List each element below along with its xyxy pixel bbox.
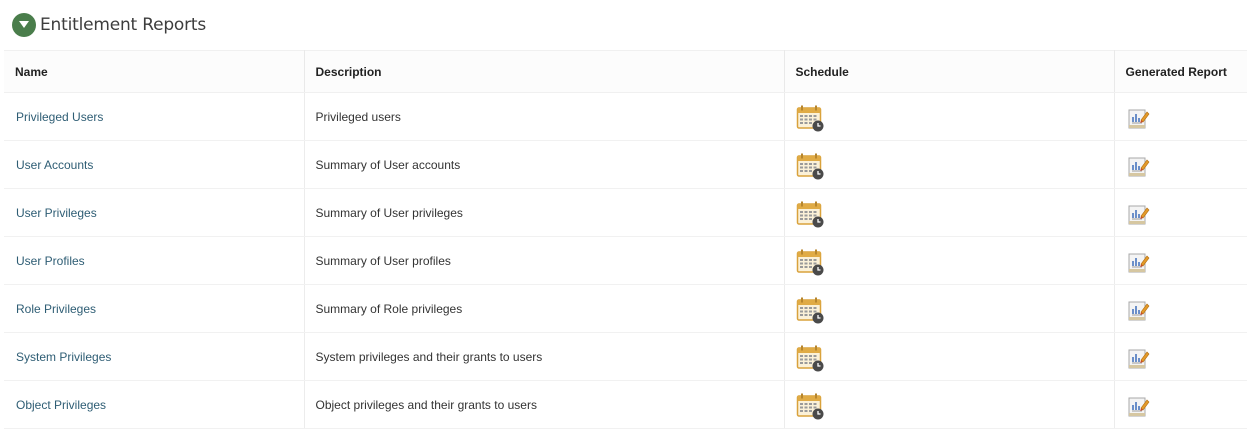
description-cell: Object privileges and their grants to us… xyxy=(304,380,785,429)
description-cell: Summary of User accounts xyxy=(304,140,785,189)
calendar-clock-icon xyxy=(796,345,823,371)
name-cell: Role Privileges xyxy=(4,284,305,333)
report-name-link[interactable]: User Accounts xyxy=(16,158,93,172)
report-description: Privileged users xyxy=(315,109,401,124)
schedule-button[interactable] xyxy=(796,248,824,276)
table-row: System Privileges System privileges and … xyxy=(4,332,1247,381)
calendar-clock-icon xyxy=(796,105,823,131)
name-cell: System Privileges xyxy=(4,332,305,381)
generated-report-cell xyxy=(1114,92,1247,141)
calendar-clock-icon xyxy=(796,393,823,419)
generated-report-button[interactable] xyxy=(1126,106,1150,130)
schedule-button[interactable] xyxy=(796,152,824,180)
name-cell: User Profiles xyxy=(4,236,305,285)
schedule-button[interactable] xyxy=(796,104,824,132)
report-description: Object privileges and their grants to us… xyxy=(315,397,537,412)
generated-report-button[interactable] xyxy=(1126,154,1150,178)
generated-report-cell xyxy=(1114,188,1247,237)
generated-report-button[interactable] xyxy=(1126,250,1150,274)
entitlement-reports-header[interactable]: Entitlement Reports xyxy=(12,12,206,38)
generated-report-cell xyxy=(1114,284,1247,333)
description-cell: System privileges and their grants to us… xyxy=(304,332,785,381)
name-cell: User Accounts xyxy=(4,140,305,189)
generated-report-button[interactable] xyxy=(1126,394,1150,418)
schedule-cell xyxy=(784,140,1115,189)
description-cell: Summary of User privileges xyxy=(304,188,785,237)
calendar-clock-icon xyxy=(796,201,823,227)
schedule-cell xyxy=(784,284,1115,333)
description-cell: Summary of User profiles xyxy=(304,236,785,285)
schedule-cell xyxy=(784,380,1115,429)
report-name-link[interactable]: Object Privileges xyxy=(16,398,106,412)
report-description: System privileges and their grants to us… xyxy=(315,349,543,364)
schedule-button[interactable] xyxy=(796,392,824,420)
table-row: User Profiles Summary of User profiles xyxy=(4,236,1247,285)
calendar-clock-icon xyxy=(796,297,823,323)
report-chart-icon xyxy=(1128,253,1149,272)
report-chart-icon xyxy=(1128,205,1149,224)
table-row: Role Privileges Summary of Role privileg… xyxy=(4,284,1247,333)
generated-report-cell xyxy=(1114,236,1247,285)
column-header-generated-report[interactable]: Generated Report xyxy=(1114,50,1247,93)
entitlement-reports-table: Name Description Schedule Generated Repo… xyxy=(4,50,1247,429)
schedule-cell xyxy=(784,188,1115,237)
generated-report-cell xyxy=(1114,140,1247,189)
schedule-cell xyxy=(784,236,1115,285)
triangle-down-icon xyxy=(19,21,29,28)
table-row: Object Privileges Object privileges and … xyxy=(4,380,1247,429)
report-chart-icon xyxy=(1128,109,1149,128)
generated-report-button[interactable] xyxy=(1126,346,1150,370)
report-chart-icon xyxy=(1128,349,1149,368)
calendar-clock-icon xyxy=(796,249,823,275)
report-chart-icon xyxy=(1128,157,1149,176)
schedule-cell xyxy=(784,332,1115,381)
column-header-description[interactable]: Description xyxy=(304,50,785,93)
report-description: Summary of Role privileges xyxy=(315,301,463,316)
report-name-link[interactable]: User Privileges xyxy=(16,206,97,220)
report-chart-icon xyxy=(1128,397,1149,416)
column-header-schedule[interactable]: Schedule xyxy=(784,50,1115,93)
report-name-link[interactable]: User Profiles xyxy=(16,254,85,268)
column-header-name[interactable]: Name xyxy=(4,50,305,93)
section-title: Entitlement Reports xyxy=(40,15,207,35)
schedule-cell xyxy=(784,92,1115,141)
report-name-link[interactable]: Role Privileges xyxy=(16,302,96,316)
generated-report-button[interactable] xyxy=(1126,298,1150,322)
report-chart-icon xyxy=(1128,301,1149,320)
name-cell: Privileged Users xyxy=(4,92,305,141)
generated-report-button[interactable] xyxy=(1126,202,1150,226)
description-cell: Summary of Role privileges xyxy=(304,284,785,333)
report-name-link[interactable]: Privileged Users xyxy=(16,110,103,124)
table-row: Privileged Users Privileged users xyxy=(4,92,1247,141)
calendar-clock-icon xyxy=(796,153,823,179)
schedule-button[interactable] xyxy=(796,344,824,372)
report-description: Summary of User privileges xyxy=(315,205,463,220)
name-cell: User Privileges xyxy=(4,188,305,237)
generated-report-cell xyxy=(1114,332,1247,381)
schedule-button[interactable] xyxy=(796,296,824,324)
name-cell: Object Privileges xyxy=(4,380,305,429)
collapse-toggle-icon[interactable] xyxy=(12,13,36,37)
table-row: User Privileges Summary of User privileg… xyxy=(4,188,1247,237)
report-description: Summary of User profiles xyxy=(315,253,451,268)
table-row: User Accounts Summary of User accounts xyxy=(4,140,1247,189)
table-header-row: Name Description Schedule Generated Repo… xyxy=(4,50,1247,93)
description-cell: Privileged users xyxy=(304,92,785,141)
generated-report-cell xyxy=(1114,380,1247,429)
report-name-link[interactable]: System Privileges xyxy=(16,350,111,364)
report-description: Summary of User accounts xyxy=(315,157,461,172)
schedule-button[interactable] xyxy=(796,200,824,228)
